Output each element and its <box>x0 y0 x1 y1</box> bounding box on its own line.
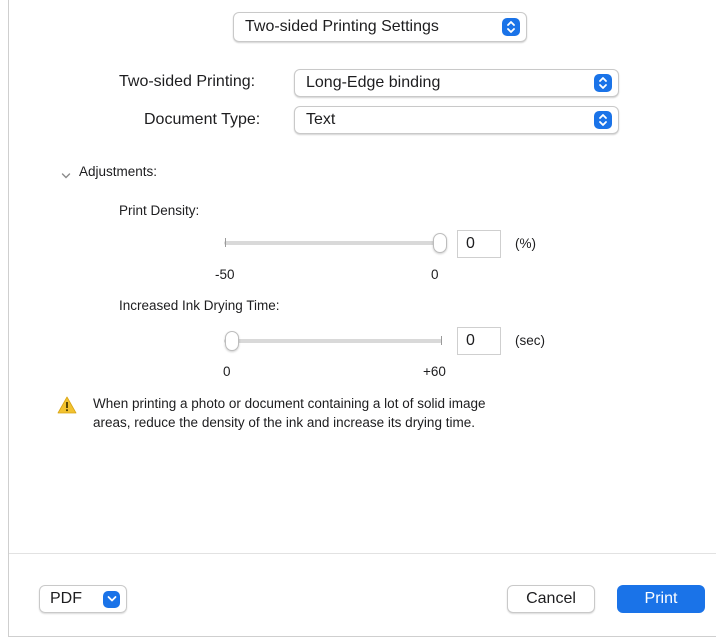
warning-icon <box>57 396 77 414</box>
two-sided-printing-label: Two-sided Printing: <box>119 73 256 90</box>
pdf-label: PDF <box>50 590 82 607</box>
print-density-min-tick <box>225 238 226 247</box>
two-sided-printing-select[interactable]: Long-Edge binding <box>294 69 619 97</box>
cancel-button[interactable]: Cancel <box>507 585 595 613</box>
two-sided-printing-value: Long-Edge binding <box>306 74 441 91</box>
chevron-down-icon <box>103 590 120 608</box>
adjustments-label: Adjustments: <box>79 164 158 179</box>
document-type-value: Text <box>306 111 336 128</box>
warning-text-line1: When printing a photo or document contai… <box>93 396 486 411</box>
chevron-down-icon <box>61 167 73 178</box>
document-type-label: Document Type: <box>144 111 261 128</box>
print-button[interactable]: Print <box>617 585 705 613</box>
print-density-slider-knob[interactable] <box>433 233 447 253</box>
drying-time-max-tick <box>441 336 442 345</box>
print-density-input[interactable]: 0 <box>457 230 501 258</box>
drying-time-input[interactable]: 0 <box>457 327 501 355</box>
print-dialog: Two-sided Printing Settings Two-sided Pr… <box>8 0 716 637</box>
warning-text-line2: areas, reduce the density of the ink and… <box>93 415 475 430</box>
drying-time-max-label: +60 <box>423 364 446 379</box>
print-density-track[interactable] <box>224 241 440 245</box>
print-density-unit: (%) <box>515 236 536 251</box>
updown-chevron-icon <box>594 74 612 92</box>
updown-chevron-icon <box>502 18 520 36</box>
updown-chevron-icon <box>594 111 612 129</box>
footer-divider <box>9 553 716 554</box>
document-type-select[interactable]: Text <box>294 106 619 134</box>
drying-time-min-label: 0 <box>223 364 231 379</box>
drying-time-label: Increased Ink Drying Time: <box>119 298 280 313</box>
adjustments-disclosure[interactable]: Adjustments: <box>61 164 157 179</box>
print-density-min-label: -50 <box>215 267 235 282</box>
settings-panel-label: Two-sided Printing Settings <box>245 18 439 35</box>
drying-time-track[interactable] <box>224 339 442 343</box>
print-density-max-label: 0 <box>431 267 439 282</box>
drying-time-slider-knob[interactable] <box>225 331 239 351</box>
drying-time-unit: (sec) <box>515 333 545 348</box>
print-density-label: Print Density: <box>119 203 200 218</box>
pdf-menu-button[interactable]: PDF <box>39 585 127 613</box>
settings-panel-selector[interactable]: Two-sided Printing Settings <box>233 12 527 42</box>
